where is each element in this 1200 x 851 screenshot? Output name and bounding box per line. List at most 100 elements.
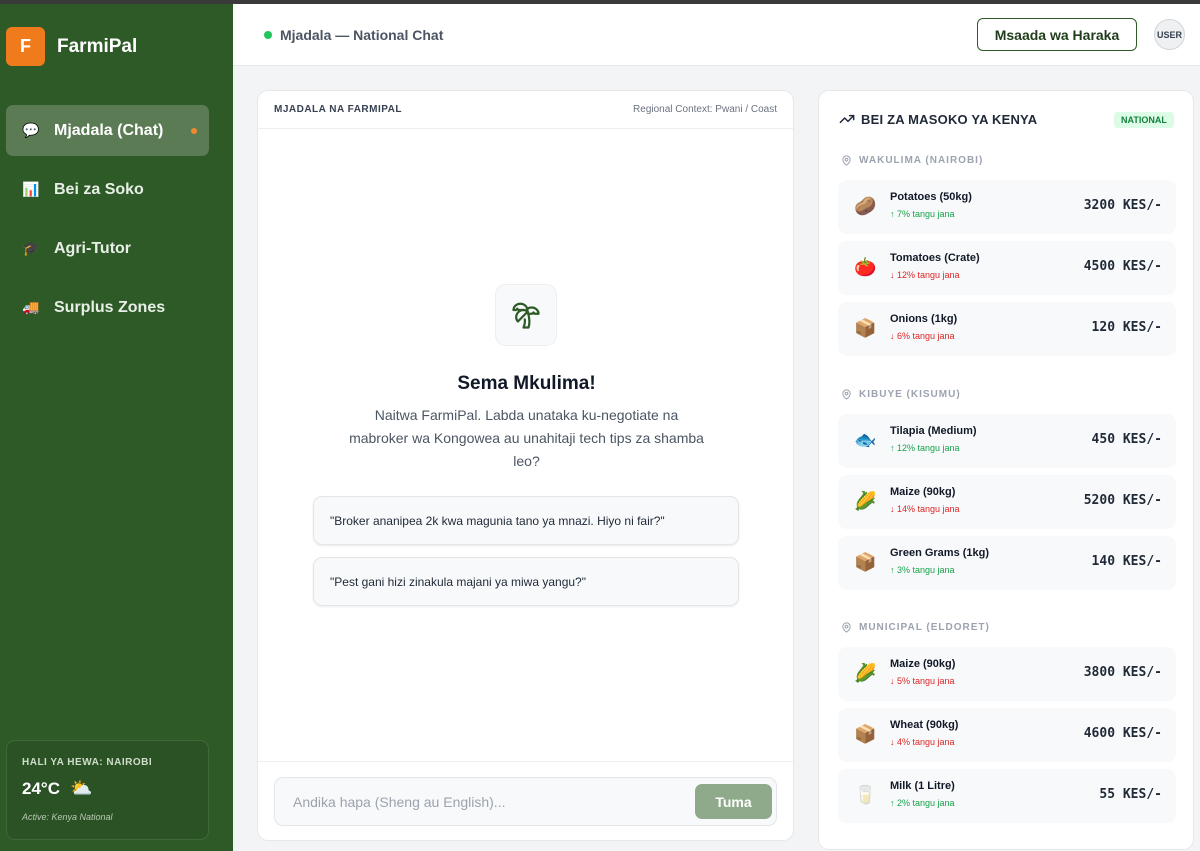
active-indicator-dot bbox=[191, 128, 197, 134]
sidebar-item-market-prices[interactable]: 📊 Bei za Soko bbox=[6, 164, 209, 215]
sidebar-item-label: Bei za Soko bbox=[54, 180, 144, 198]
price-change: ↓ 14% tangu jana bbox=[890, 504, 960, 514]
chat-intro-text: Naitwa FarmiPal. Labda unataka ku-negoti… bbox=[349, 407, 704, 469]
tomato-icon: 🍅 bbox=[854, 257, 877, 277]
item-name: Milk (1 Litre) bbox=[890, 780, 955, 792]
item-name: Onions (1kg) bbox=[890, 313, 958, 325]
region-name: KIBUYE (KISUMU) bbox=[859, 389, 961, 400]
price-item[interactable]: 🌽 Maize (90kg) ↓ 5% tangu jana 3800 KES/… bbox=[838, 647, 1176, 701]
region-name: MUNICIPAL (ELDORET) bbox=[859, 622, 990, 633]
scope-badge: NATIONAL bbox=[1114, 112, 1174, 128]
temperature-value: 24°C bbox=[22, 778, 60, 798]
sidebar-item-label: Agri-Tutor bbox=[54, 239, 132, 257]
item-name: Tilapia (Medium) bbox=[890, 425, 977, 437]
item-price: 3200 KES/- bbox=[1083, 198, 1162, 213]
price-item[interactable]: 🍅 Tomatoes (Crate) ↓ 12% tangu jana 4500… bbox=[838, 241, 1176, 295]
window-top-border bbox=[0, 0, 1200, 4]
market-panel-header: BEI ZA MASOKO YA KENYA bbox=[839, 111, 1037, 127]
chat-panel-header: MJADALA NA FARMIPAL Regional Context: Pw… bbox=[258, 91, 793, 129]
sidebar-item-label: Surplus Zones bbox=[54, 298, 166, 316]
regional-context: Regional Context: Pwani / Coast bbox=[633, 104, 777, 115]
partly-cloudy-icon: ⛅ bbox=[69, 778, 93, 798]
fish-icon: 🐟 bbox=[854, 430, 877, 450]
chat-panel: MJADALA NA FARMIPAL Regional Context: Pw… bbox=[257, 90, 794, 841]
region-label: MUNICIPAL (ELDORET) bbox=[841, 622, 990, 633]
item-name: Maize (90kg) bbox=[890, 486, 956, 498]
online-status-dot bbox=[264, 31, 272, 39]
item-price: 3800 KES/- bbox=[1083, 665, 1162, 680]
weather-title: HALI YA HEWA: NAIROBI bbox=[22, 757, 153, 768]
item-name: Tomatoes (Crate) bbox=[890, 252, 980, 264]
suggestion-prompt[interactable]: "Broker ananipea 2k kwa magunia tano ya … bbox=[313, 496, 739, 545]
price-change: ↓ 5% tangu jana bbox=[890, 676, 955, 686]
price-change: ↓ 12% tangu jana bbox=[890, 270, 960, 280]
price-item[interactable]: 🌽 Maize (90kg) ↓ 14% tangu jana 5200 KES… bbox=[838, 475, 1176, 529]
suggestion-prompt[interactable]: "Pest gani hizi zinakula majani ya miwa … bbox=[313, 557, 739, 606]
price-item[interactable]: 🐟 Tilapia (Medium) ↑ 12% tangu jana 450 … bbox=[838, 414, 1176, 468]
top-header: Mjadala — National Chat Msaada wa Haraka… bbox=[233, 4, 1200, 66]
active-region: Active: Kenya National bbox=[22, 812, 113, 822]
chat-greeting: Sema Mkulima! bbox=[457, 373, 596, 394]
sidebar-item-surplus-zones[interactable]: 🚚 Surplus Zones bbox=[6, 282, 209, 333]
app-logo-icon: F bbox=[6, 27, 45, 66]
price-item[interactable]: 🥛 Milk (1 Litre) ↑ 2% tangu jana 55 KES/… bbox=[838, 769, 1176, 823]
trending-up-icon bbox=[839, 114, 855, 124]
sidebar: F FarmiPal 💬 Mjadala (Chat) 📊 Bei za Sok… bbox=[0, 4, 233, 851]
price-change: ↑ 3% tangu jana bbox=[890, 565, 955, 575]
region-label: KIBUYE (KISUMU) bbox=[841, 389, 961, 400]
price-change: ↓ 4% tangu jana bbox=[890, 737, 955, 747]
item-name: Wheat (90kg) bbox=[890, 719, 959, 731]
app-name: FarmiPal bbox=[57, 35, 138, 57]
page-title: Mjadala — National Chat bbox=[280, 27, 444, 43]
sidebar-item-agri-tutor[interactable]: 🎓 Agri-Tutor bbox=[6, 223, 209, 274]
item-price: 140 KES/- bbox=[1091, 554, 1162, 569]
item-name: Potatoes (50kg) bbox=[890, 191, 972, 203]
item-price: 120 KES/- bbox=[1091, 320, 1162, 335]
chat-bubble-icon: 💬 bbox=[22, 122, 40, 138]
item-name: Maize (90kg) bbox=[890, 658, 956, 670]
item-price: 4500 KES/- bbox=[1083, 259, 1162, 274]
package-icon: 📦 bbox=[854, 724, 877, 744]
send-button[interactable]: Tuma bbox=[695, 784, 772, 819]
map-pin-icon bbox=[842, 155, 851, 166]
message-input[interactable] bbox=[276, 779, 691, 824]
milk-glass-icon: 🥛 bbox=[854, 785, 877, 805]
quick-help-button[interactable]: Msaada wa Haraka bbox=[977, 18, 1137, 51]
chat-composer: Tuma bbox=[258, 761, 793, 840]
corn-icon: 🌽 bbox=[854, 663, 877, 683]
sidebar-item-chat[interactable]: 💬 Mjadala (Chat) bbox=[6, 105, 209, 156]
region-name: WAKULIMA (NAIROBI) bbox=[859, 155, 984, 166]
potato-icon: 🥔 bbox=[854, 196, 877, 216]
item-price: 55 KES/- bbox=[1099, 787, 1162, 802]
sidebar-item-label: Mjadala (Chat) bbox=[54, 121, 164, 139]
message-input-box: Tuma bbox=[274, 777, 777, 826]
corn-icon: 🌽 bbox=[854, 491, 877, 511]
item-name: Green Grams (1kg) bbox=[890, 547, 990, 559]
package-icon: 📦 bbox=[854, 318, 877, 338]
price-item[interactable]: 📦 Onions (1kg) ↓ 6% tangu jana 120 KES/- bbox=[838, 302, 1176, 356]
price-item[interactable]: 🥔 Potatoes (50kg) ↑ 7% tangu jana 3200 K… bbox=[838, 180, 1176, 234]
price-item[interactable]: 📦 Wheat (90kg) ↓ 4% tangu jana 4600 KES/… bbox=[838, 708, 1176, 762]
item-price: 4600 KES/- bbox=[1083, 726, 1162, 741]
price-change: ↑ 2% tangu jana bbox=[890, 798, 955, 808]
palm-tree-icon bbox=[495, 284, 557, 346]
region-label: WAKULIMA (NAIROBI) bbox=[841, 155, 983, 166]
brand[interactable]: F FarmiPal bbox=[6, 27, 137, 66]
package-icon: 📦 bbox=[854, 552, 877, 572]
chat-panel-title: MJADALA NA FARMIPAL bbox=[274, 104, 403, 115]
price-change: ↓ 6% tangu jana bbox=[890, 331, 955, 341]
weather-temperature: 24°C ⛅ bbox=[22, 778, 193, 799]
market-prices-panel: BEI ZA MASOKO YA KENYA NATIONAL WAKULIMA… bbox=[818, 90, 1194, 850]
sidebar-nav: 💬 Mjadala (Chat) 📊 Bei za Soko 🎓 Agri-Tu… bbox=[6, 105, 209, 341]
truck-icon: 🚚 bbox=[22, 299, 40, 315]
weather-card: HALI YA HEWA: NAIROBI 24°C ⛅ Active: Ken… bbox=[6, 740, 209, 840]
item-price: 450 KES/- bbox=[1091, 432, 1162, 447]
map-pin-icon bbox=[842, 389, 851, 400]
price-change: ↑ 12% tangu jana bbox=[890, 443, 960, 453]
price-change: ↑ 7% tangu jana bbox=[890, 209, 955, 219]
price-item[interactable]: 📦 Green Grams (1kg) ↑ 3% tangu jana 140 … bbox=[838, 536, 1176, 590]
user-avatar[interactable]: USER bbox=[1154, 19, 1185, 50]
map-pin-icon bbox=[842, 622, 851, 633]
market-panel-title: BEI ZA MASOKO YA KENYA bbox=[861, 111, 1038, 127]
item-price: 5200 KES/- bbox=[1083, 493, 1162, 508]
